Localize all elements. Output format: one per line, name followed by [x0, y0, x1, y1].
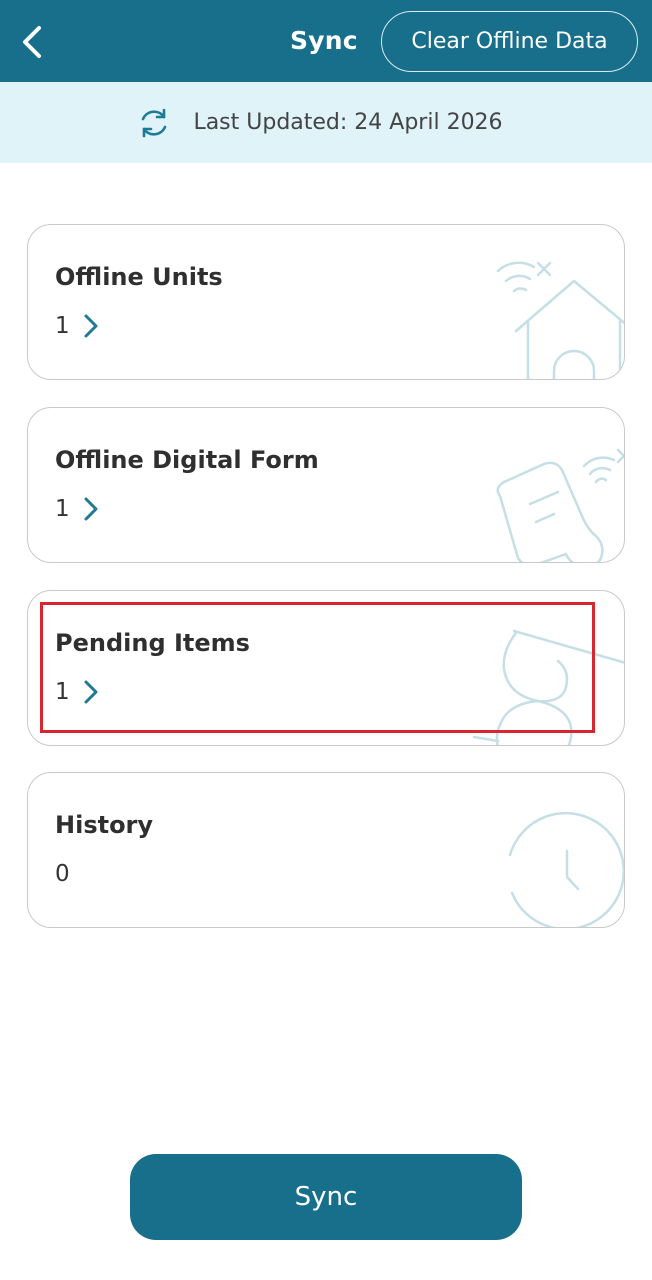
card-count: 0	[55, 861, 70, 887]
card-count: 1	[55, 679, 70, 705]
chevron-right-icon	[84, 314, 98, 338]
sync-icon	[142, 108, 167, 137]
card-title: History	[55, 811, 154, 839]
offline-digital-form-card[interactable]: Offline Digital Form 1	[27, 407, 625, 563]
card-count-row: 1	[55, 496, 100, 522]
sync-screen: Sync Clear Offline Data Last Updated: 24…	[0, 0, 652, 1280]
card-count-row: 1	[55, 679, 100, 705]
card-title: Pending Items	[55, 629, 250, 657]
chevron-right-icon	[84, 680, 98, 704]
page-title: Sync	[290, 26, 358, 55]
offline-form-icon	[496, 448, 624, 562]
card-count: 1	[55, 313, 70, 339]
card-title: Offline Units	[55, 263, 223, 291]
back-button[interactable]	[10, 18, 54, 66]
card-count: 1	[55, 496, 70, 522]
last-updated-banner: Last Updated: 24 April 2026	[0, 82, 652, 163]
sync-button[interactable]: Sync	[130, 1154, 522, 1240]
card-count-row: 0	[55, 861, 70, 887]
history-card[interactable]: History 0	[27, 772, 625, 928]
app-header: Sync Clear Offline Data	[0, 0, 652, 82]
clock-icon	[508, 811, 624, 927]
back-arrow-icon	[23, 26, 41, 58]
card-count-row: 1	[55, 313, 100, 339]
pending-items-card[interactable]: Pending Items 1	[27, 590, 625, 746]
last-updated-text: Last Updated: 24 April 2026	[193, 110, 503, 135]
offline-units-card[interactable]: Offline Units 1	[27, 224, 625, 380]
clear-offline-data-button[interactable]: Clear Offline Data	[381, 11, 638, 72]
chevron-right-icon	[84, 497, 98, 521]
hourglass-icon	[472, 629, 624, 745]
card-title: Offline Digital Form	[55, 446, 319, 474]
offline-house-icon	[496, 261, 624, 379]
